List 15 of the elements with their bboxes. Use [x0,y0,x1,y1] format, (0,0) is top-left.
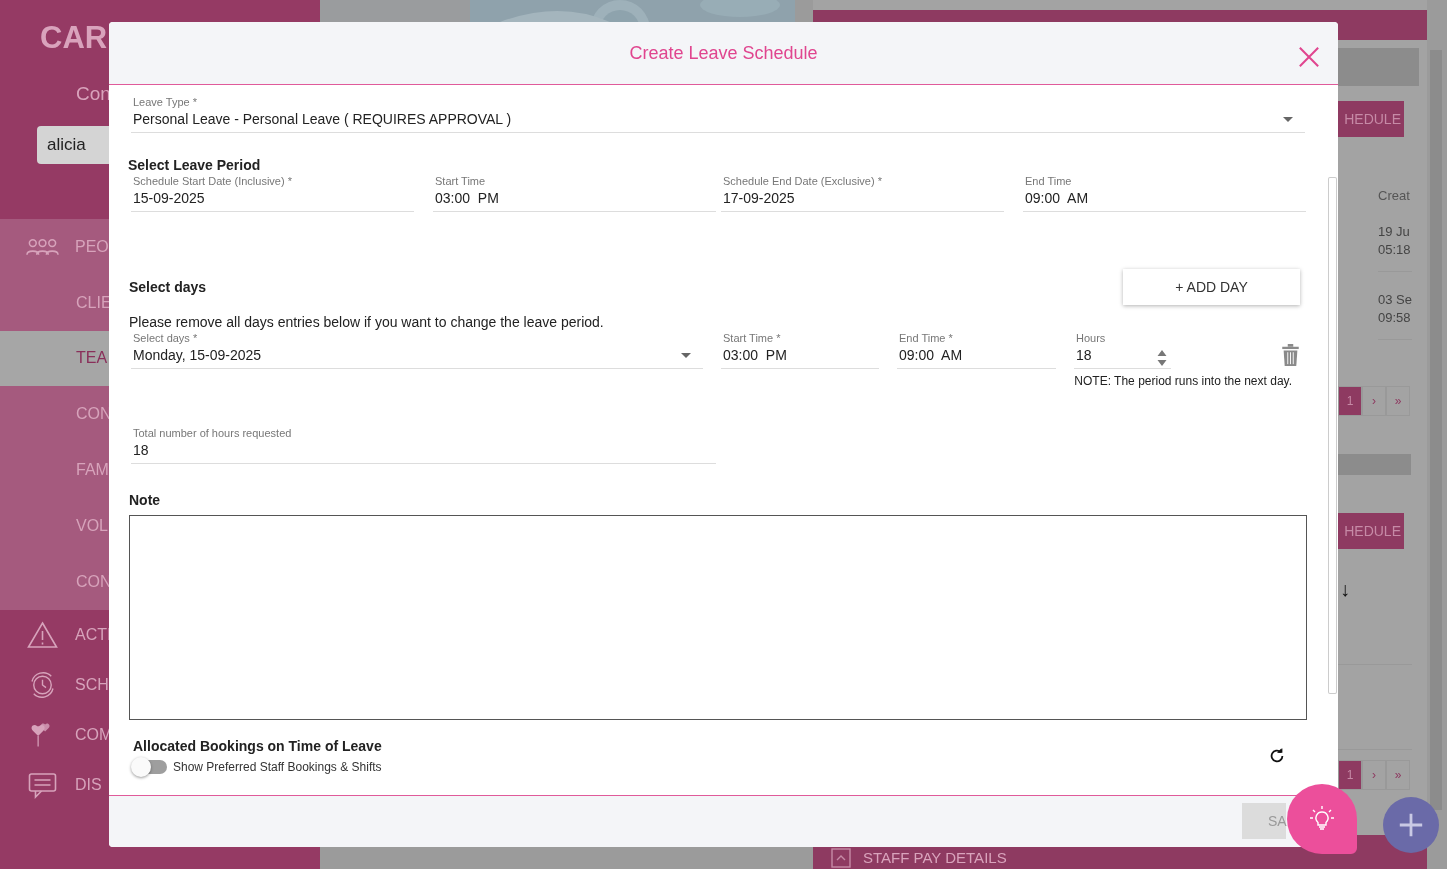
table-cell: 09:58 [1378,309,1412,327]
toggle-label: Show Preferred Staff Bookings & Shifts [173,760,382,774]
note-text: NOTE: The period runs into the next day. [1074,373,1292,389]
column-header: Creat [1378,188,1411,204]
dialog-title: Create Leave Schedule [629,42,818,64]
section-heading: Select days [129,278,207,296]
table-cell: 05:18 [1378,241,1412,259]
section-heading: Allocated Bookings on Time of Leave [133,737,382,755]
field-label: Note [129,491,162,509]
table-cell-text: 19 Ju [1378,223,1411,241]
hint-text: Please remove all days entries below if you want to change the leave period. [129,313,605,331]
table-cell: 03 Se [1378,291,1412,309]
section-title: STAFF PAY DETAILS [863,849,1007,866]
section-heading: Select Leave Period [128,156,262,174]
logo-text: CAR [40,19,108,57]
